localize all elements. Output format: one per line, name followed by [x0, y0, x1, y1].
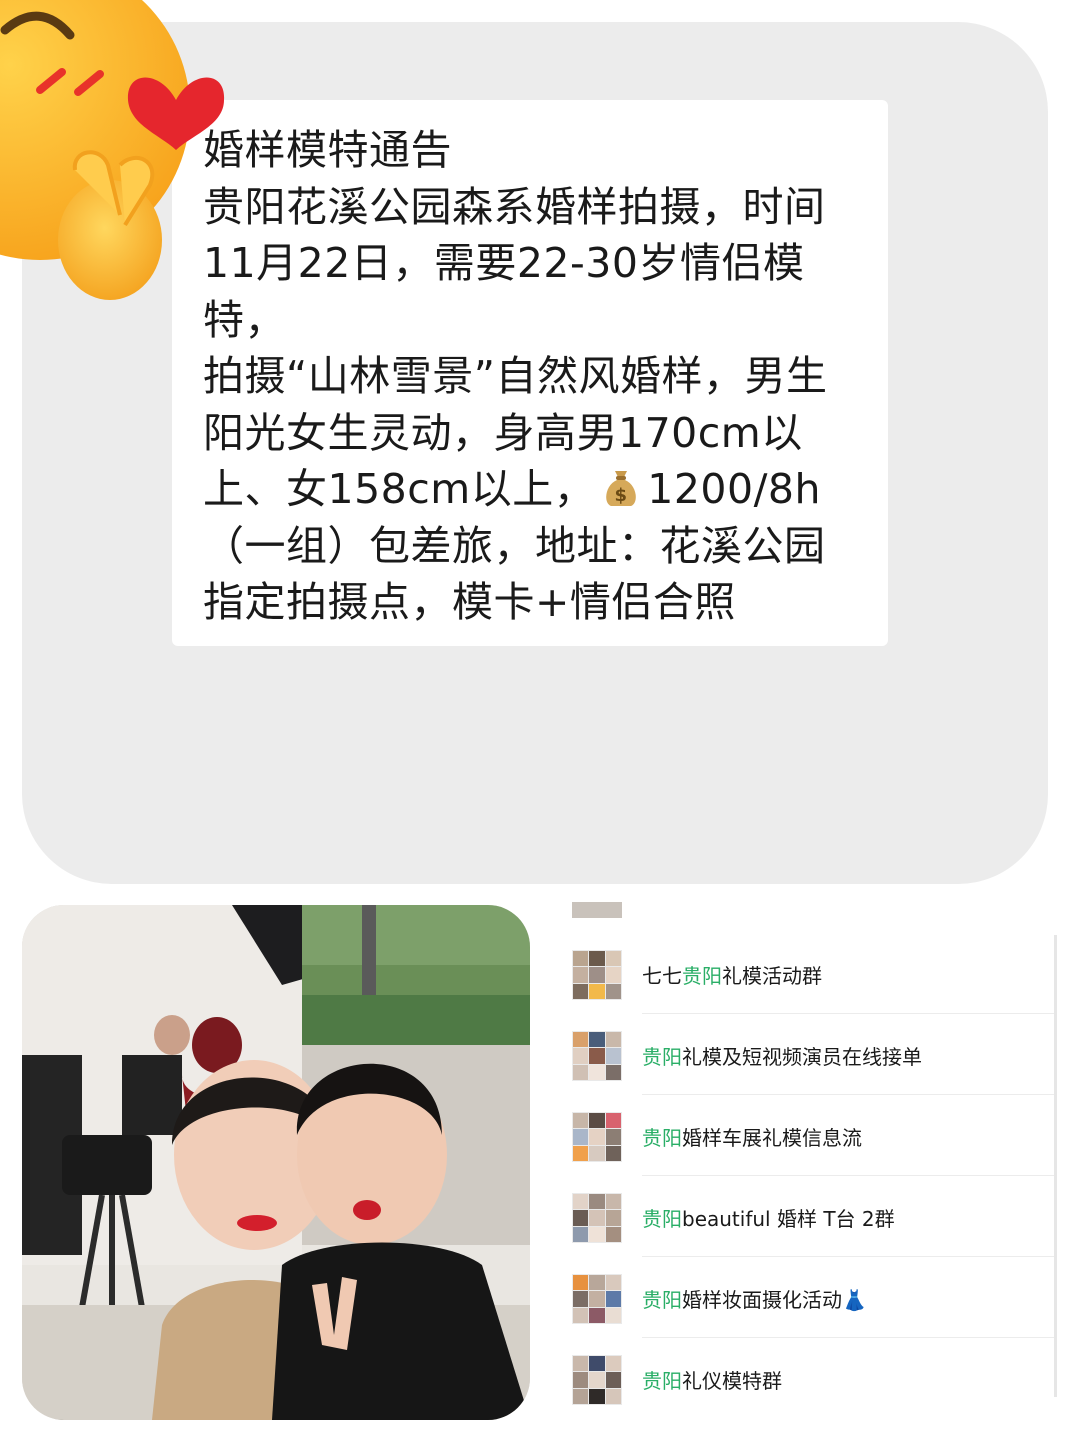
notice-line: 11月22日，需要22-30岁情侣模	[203, 239, 805, 287]
blush-kiss-heart-icon	[0, 0, 240, 310]
svg-text:$: $	[615, 485, 628, 506]
list-item[interactable]: 贵阳beautiful 婚样 T台 2群	[560, 1177, 1056, 1257]
list-item[interactable]: 贵阳婚样妆面摄化活动👗	[560, 1258, 1056, 1338]
divider	[642, 1175, 1056, 1176]
list-item[interactable]: 贵阳婚样车展礼模信息流	[560, 1096, 1056, 1176]
divider	[642, 1013, 1056, 1014]
avatar	[572, 1355, 622, 1405]
divider	[642, 1094, 1056, 1095]
notice-title: 婚样模特通告	[203, 126, 452, 174]
list-border	[1054, 935, 1057, 1397]
notice-line: 上、女158cm以上，	[203, 465, 596, 513]
group-list: 七七贵阳礼模活动群 贵阳礼模及短视频演员在线接单 贵阳婚样车展礼模信息流 贵阳b…	[560, 900, 1060, 1420]
avatar	[572, 1274, 622, 1324]
group-name: 七七贵阳礼模活动群	[642, 964, 822, 988]
notice-line: 阳光女生灵动，身高男170cm以	[203, 408, 803, 457]
group-name: 贵阳beautiful 婚样 T台 2群	[642, 1207, 895, 1231]
notice-line: 贵阳花溪公园森系婚样拍摄，时间	[203, 182, 826, 231]
notice-line: 拍摄“山林雪景”自然风婚样，男生	[203, 352, 828, 400]
avatar	[572, 950, 622, 1000]
notice-line: （一组）包差旅，地址：花溪公园	[203, 521, 826, 570]
avatar	[572, 1112, 622, 1162]
notice-line-price: 上、女158cm以上， $ 1200/8h	[203, 461, 873, 518]
group-name: 贵阳礼模及短视频演员在线接单	[642, 1045, 922, 1069]
divider	[642, 1256, 1056, 1257]
avatar	[572, 1193, 622, 1243]
group-name: 贵阳礼仪模特群	[642, 1369, 782, 1393]
list-item[interactable]: 贵阳礼仪模特群	[560, 1339, 1056, 1419]
price-text: 1200/8h	[647, 465, 821, 513]
list-item[interactable]: 贵阳礼模及短视频演员在线接单	[560, 1015, 1056, 1095]
avatar	[572, 1031, 622, 1081]
group-name: 贵阳婚样妆面摄化活动👗	[642, 1288, 867, 1312]
money-bag-icon: $	[599, 465, 643, 509]
list-item[interactable]: 七七贵阳礼模活动群	[560, 934, 1056, 1014]
page: 婚样模特通告 贵阳花溪公园森系婚样拍摄，时间 11月22日，需要22-30岁情侣…	[0, 0, 1080, 1440]
avatar	[572, 902, 622, 918]
notice-line: 特，	[203, 295, 286, 344]
notice-line: 指定拍摄点，模卡+情侣合照	[203, 578, 736, 626]
divider	[642, 1337, 1056, 1338]
selfie-photo	[22, 905, 530, 1420]
group-name: 贵阳婚样车展礼模信息流	[642, 1126, 862, 1150]
notice-text: 婚样模特通告 贵阳花溪公园森系婚样拍摄，时间 11月22日，需要22-30岁情侣…	[203, 122, 873, 631]
